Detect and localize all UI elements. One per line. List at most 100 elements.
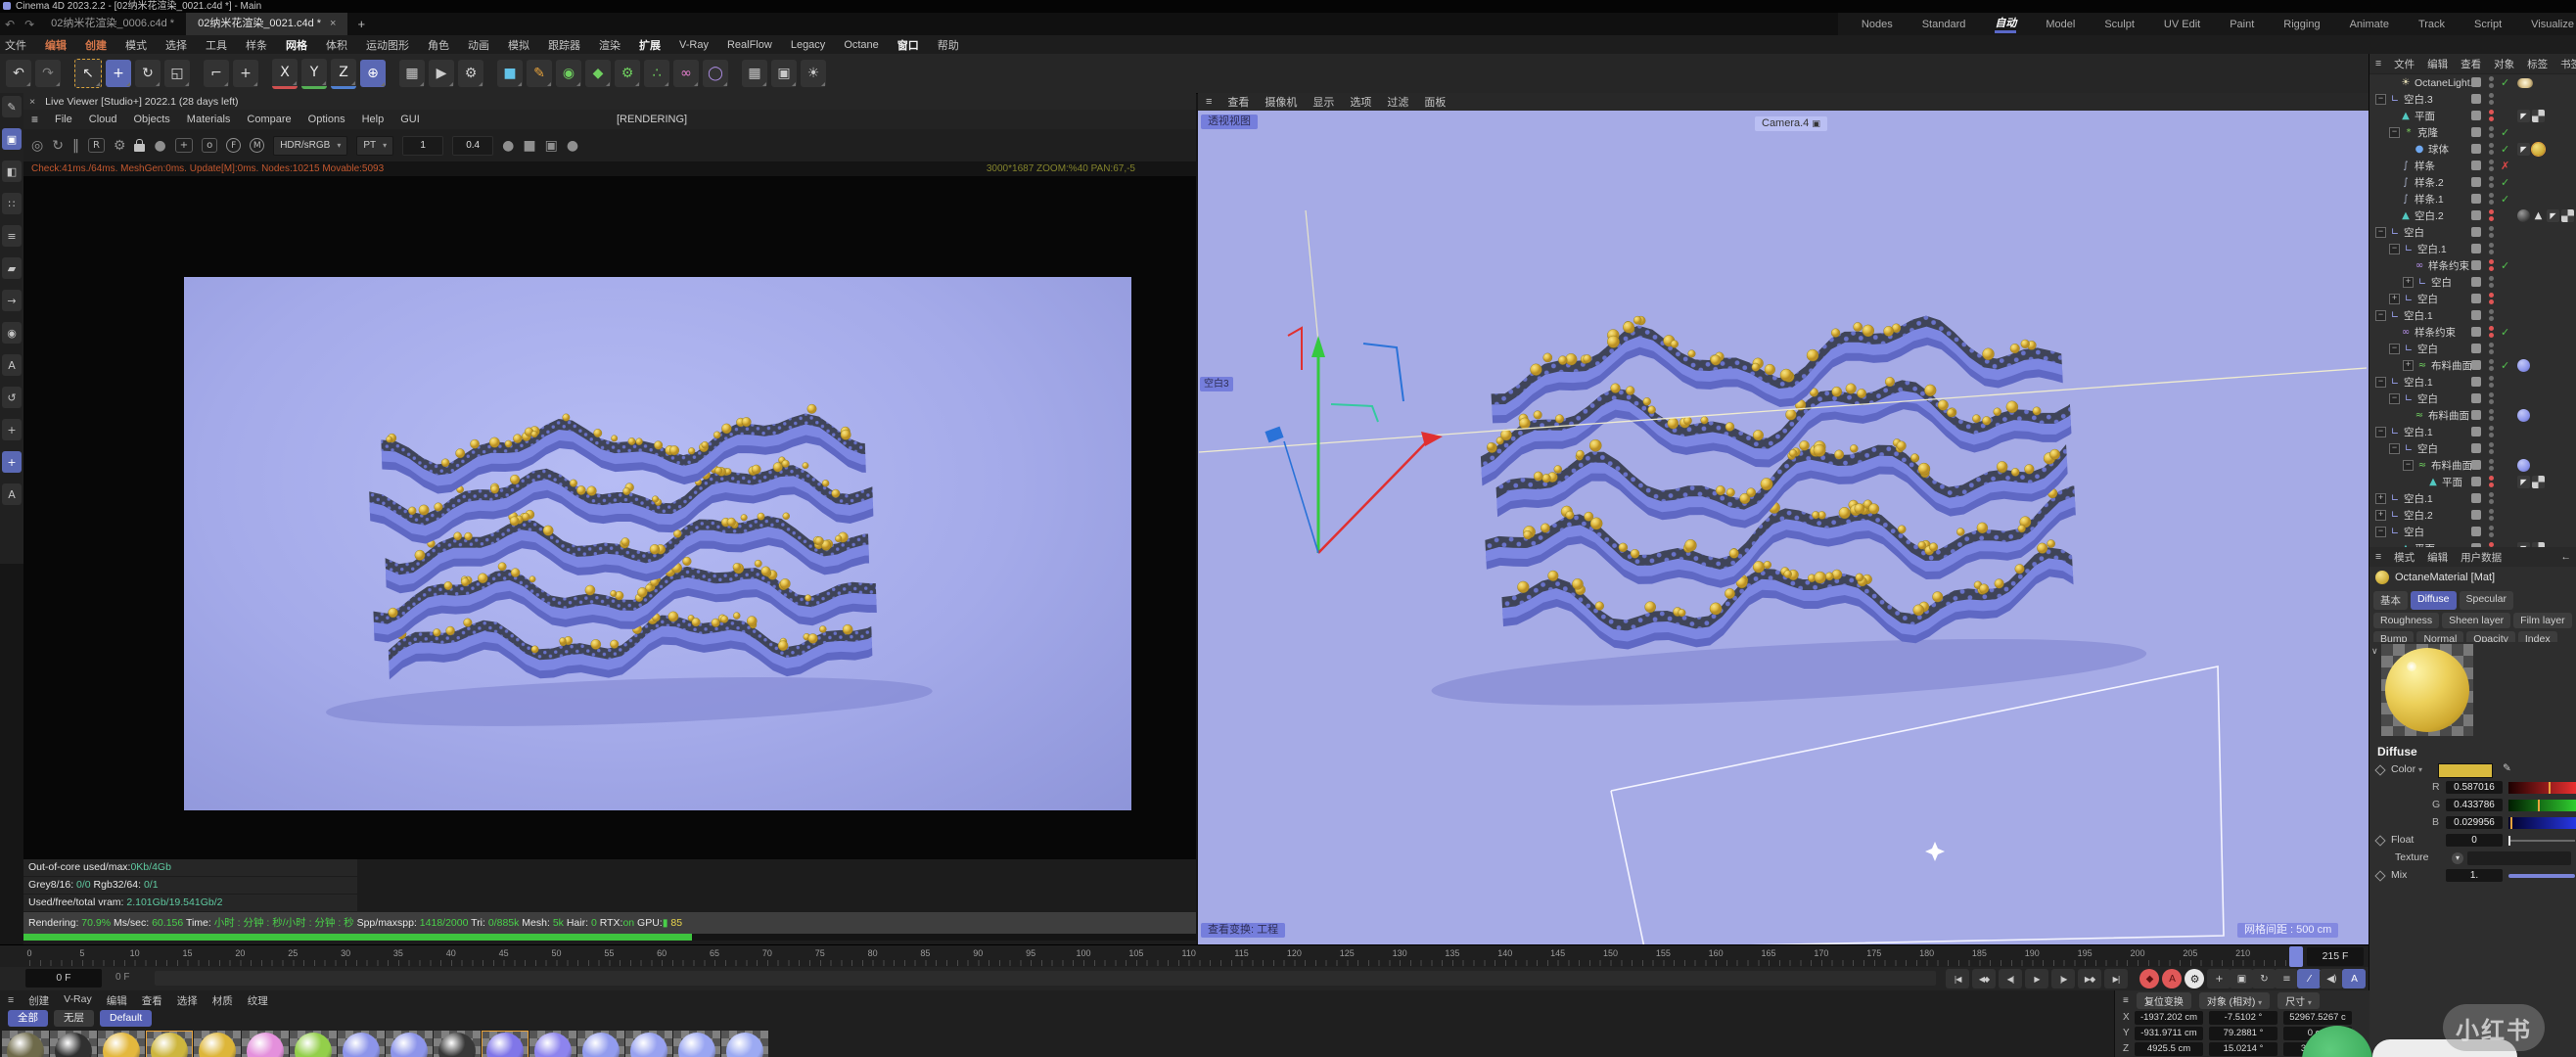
layer-chip[interactable] — [2471, 460, 2481, 470]
axis-mode-button[interactable]: A — [2, 354, 22, 376]
object-row[interactable]: ▲空白.2▲◤ — [2369, 207, 2576, 224]
object-name[interactable]: 样条 — [2415, 159, 2435, 173]
hamburger-icon[interactable]: ≡ — [8, 994, 14, 1006]
expand-icon[interactable]: + — [2389, 294, 2400, 304]
channel-value-field[interactable]: 0.433786 — [2446, 799, 2503, 811]
coordinate-pos-field[interactable]: 4925.5 cm — [2135, 1042, 2203, 1056]
float-slider[interactable] — [2508, 840, 2575, 842]
live-viewer-menu-item[interactable]: Objects — [134, 114, 170, 125]
visibility-dots[interactable] — [2489, 293, 2494, 306]
object-manager-menu-item[interactable]: 书签 — [2560, 57, 2576, 71]
enabled-check-icon[interactable]: ✓ — [2501, 326, 2509, 339]
layout-tab[interactable]: Visualize — [2531, 19, 2574, 30]
visibility-dots[interactable] — [2489, 492, 2494, 506]
channel-value-field[interactable]: 0.587016 — [2446, 781, 2503, 794]
object-row[interactable]: ▲平面◤ — [2369, 540, 2576, 547]
next-frame-button[interactable]: |▶ — [2051, 969, 2075, 988]
attribute-manager-menu-item[interactable]: 模式 — [2394, 550, 2415, 565]
object-manager-menu-item[interactable]: 文件 — [2394, 57, 2415, 71]
object-name[interactable]: 空白 — [2417, 441, 2438, 456]
visibility-dots[interactable] — [2489, 459, 2494, 473]
polygons-mode-button[interactable]: ▰ — [2, 257, 22, 279]
menubar-item[interactable]: 模拟 — [508, 37, 529, 53]
chevron-down-icon[interactable]: ▾ — [2452, 852, 2463, 864]
material-swatch[interactable] — [482, 1031, 529, 1057]
axis-x-button[interactable]: X — [272, 59, 298, 89]
spline-pen-button[interactable]: ✎ — [527, 60, 552, 87]
expand-icon[interactable]: + — [2403, 277, 2414, 288]
menubar-item[interactable]: Legacy — [791, 39, 825, 51]
menubar-item[interactable]: RealFlow — [727, 39, 772, 51]
object-name[interactable]: 空白.1 — [2404, 308, 2433, 323]
axis-y-button[interactable]: Y — [301, 59, 327, 89]
uv-tag-icon[interactable] — [2532, 110, 2545, 122]
menubar-item[interactable]: 网格 — [286, 37, 307, 53]
current-frame-field[interactable]: 215 F — [2307, 947, 2364, 966]
layer-chip[interactable] — [2471, 360, 2481, 370]
object-name[interactable]: 样条.1 — [2415, 192, 2444, 207]
object-row[interactable]: +∟空白 — [2369, 274, 2576, 291]
animate-diamond-icon[interactable] — [2374, 764, 2385, 775]
enabled-check-icon[interactable]: ✓ — [2501, 143, 2509, 156]
workplane-button[interactable]: + — [2, 419, 22, 440]
last-tool-button[interactable]: ⌐ — [204, 60, 229, 87]
object-name[interactable]: 空白 — [2431, 275, 2452, 290]
render-view-button[interactable]: ▦ — [399, 60, 425, 87]
record-parameter-button[interactable]: ≡ — [2275, 969, 2298, 988]
enabled-check-icon[interactable]: ✓ — [2501, 76, 2509, 89]
material-filter-chip[interactable]: Default — [100, 1010, 152, 1027]
object-row[interactable]: ▲平面◤ — [2369, 474, 2576, 490]
material-tab[interactable]: Roughness — [2373, 613, 2439, 628]
visibility-dots[interactable] — [2489, 226, 2494, 240]
menubar-item[interactable]: 工具 — [206, 37, 227, 53]
object-row[interactable]: +∟空白.2 — [2369, 507, 2576, 524]
reset-render-button[interactable]: R — [88, 138, 105, 153]
material-swatch[interactable] — [625, 1031, 672, 1057]
keyframe-selection-button[interactable]: ⁄ — [2297, 969, 2321, 988]
menubar-item[interactable]: V-Ray — [679, 39, 709, 51]
live-viewer-menu-item[interactable]: Options — [308, 114, 345, 125]
animate-diamond-icon[interactable] — [2374, 870, 2385, 881]
visibility-dots[interactable] — [2489, 76, 2494, 90]
close-icon[interactable]: × — [330, 18, 336, 29]
layer-chip[interactable] — [2471, 527, 2481, 536]
visibility-dots[interactable] — [2489, 193, 2494, 207]
menubar-item[interactable]: 角色 — [428, 37, 449, 53]
layer-chip[interactable] — [2471, 410, 2481, 420]
object-manager-menu-item[interactable]: 对象 — [2494, 57, 2514, 71]
layer-chip[interactable] — [2471, 277, 2481, 287]
move-axis-tool-button[interactable]: + — [233, 60, 258, 87]
material-tab[interactable]: Opacity — [2466, 631, 2515, 642]
volume-builder-button[interactable]: ◆ — [585, 60, 611, 87]
object-row[interactable]: −∟空白.1 — [2369, 241, 2576, 257]
layer-chip[interactable] — [2471, 127, 2481, 137]
object-row[interactable]: ∞样条约束✓ — [2369, 257, 2576, 274]
material-tag-blue-icon[interactable] — [2517, 459, 2530, 472]
material-manager-menu-item[interactable]: 创建 — [28, 993, 49, 1008]
reset-transform-button[interactable]: 复位变换 — [2137, 992, 2191, 1009]
live-viewer-menu-item[interactable]: Compare — [247, 114, 291, 125]
visibility-dots[interactable] — [2489, 110, 2494, 123]
visibility-dots[interactable] — [2489, 476, 2494, 489]
collapse-icon[interactable]: − — [2375, 227, 2386, 238]
object-row[interactable]: ▲平面◤ — [2369, 108, 2576, 124]
material-manager-menu-item[interactable]: 选择 — [177, 993, 198, 1008]
points-mode-button[interactable]: ∷ — [2, 193, 22, 214]
record-keyframe-button[interactable]: ◆ — [2139, 969, 2159, 988]
collapse-icon[interactable]: − — [2375, 527, 2386, 537]
object-name[interactable]: 布料曲面 — [2431, 358, 2472, 373]
material-swatch[interactable] — [50, 1031, 97, 1057]
collapse-icon[interactable]: − — [2375, 427, 2386, 437]
object-row[interactable]: −*克隆✓ — [2369, 124, 2576, 141]
visibility-dots[interactable] — [2489, 343, 2494, 356]
visibility-dots[interactable] — [2489, 326, 2494, 340]
layout-tab[interactable]: Rigging — [2283, 19, 2320, 30]
enabled-check-icon[interactable]: ✓ — [2501, 126, 2509, 139]
collapse-icon[interactable]: − — [2375, 377, 2386, 388]
view-type-label[interactable]: 透视视图 — [1201, 115, 1258, 129]
channel-slider[interactable] — [2508, 800, 2576, 811]
simulation-button[interactable]: ∴ — [644, 60, 669, 87]
collapse-icon[interactable]: − — [2389, 443, 2400, 454]
layer-chip[interactable] — [2471, 227, 2481, 237]
visibility-dots[interactable] — [2489, 426, 2494, 439]
